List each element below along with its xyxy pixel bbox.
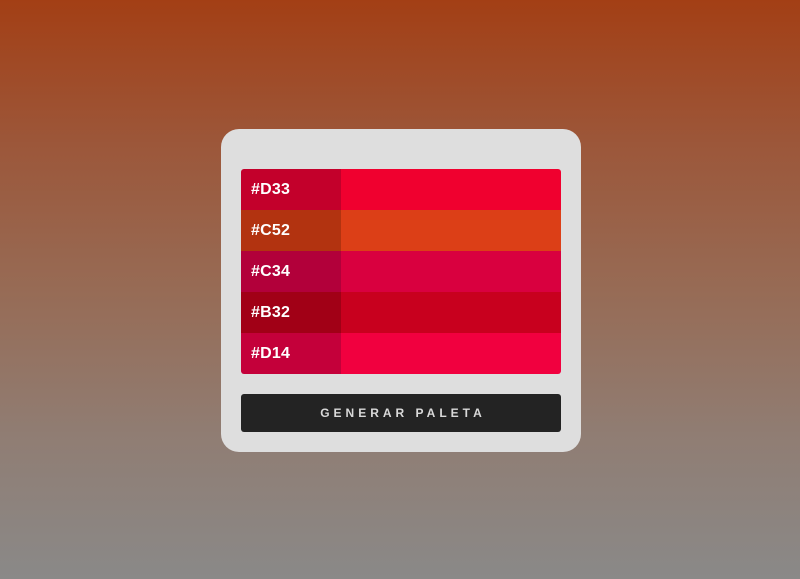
swatch-row: #D14	[241, 333, 561, 374]
swatch-row: #D33	[241, 169, 561, 210]
swatch-color	[341, 292, 561, 333]
swatch-code[interactable]: #D33	[241, 169, 341, 210]
swatch-color	[341, 169, 561, 210]
palette: #D33 #C52 #C34 #B32 #D14	[241, 169, 561, 374]
swatch-row: #C52	[241, 210, 561, 251]
swatch-color	[341, 333, 561, 374]
swatch-color	[341, 210, 561, 251]
swatch-code[interactable]: #C52	[241, 210, 341, 251]
palette-card: #D33 #C52 #C34 #B32 #D14 GENERAR PALETA	[221, 129, 581, 452]
generate-palette-button[interactable]: GENERAR PALETA	[241, 394, 561, 432]
swatch-color	[341, 251, 561, 292]
swatch-code[interactable]: #C34	[241, 251, 341, 292]
swatch-code[interactable]: #B32	[241, 292, 341, 333]
swatch-row: #B32	[241, 292, 561, 333]
swatch-code[interactable]: #D14	[241, 333, 341, 374]
swatch-row: #C34	[241, 251, 561, 292]
